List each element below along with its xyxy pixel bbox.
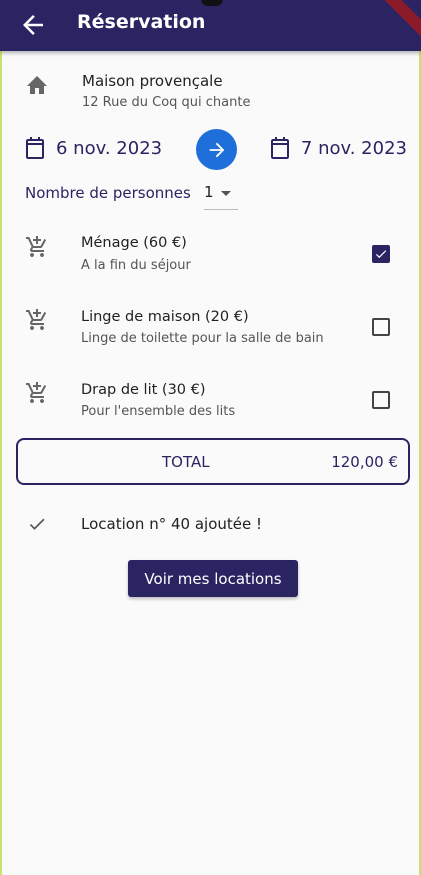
view-locations-button[interactable]: Voir mes locations [128,560,298,597]
confirmation-message: Location n° 40 ajoutée ! [81,515,263,533]
arrow-right-button[interactable] [196,129,237,170]
page-title: Réservation [77,11,206,33]
check-icon [26,514,48,534]
total-amount: 120,00 € [331,453,398,471]
calendar-icon [270,137,289,159]
camera-notch [201,0,223,6]
checkbox-linge[interactable] [372,318,390,336]
app-bar: Réservation [0,0,421,51]
option-subtitle-menage: A la fin du séjour [81,258,191,273]
chevron-down-icon [221,191,231,196]
checkbox-drap[interactable] [372,391,390,409]
end-date-text: 7 nov. 2023 [300,137,407,159]
persons-value: 1 [204,183,214,201]
option-title-drap: Drap de lit (30 €) [81,382,206,398]
property-name: Maison provençale [82,72,223,90]
total-label: TOTAL [162,453,210,471]
property-address: 12 Rue du Coq qui chante [82,95,251,110]
option-subtitle-drap: Pour l'ensemble des lits [81,404,236,419]
option-title-linge: Linge de maison (20 €) [81,309,249,325]
add-shopping-cart-icon [25,235,49,259]
check-icon [375,250,387,259]
start-date-picker[interactable]: 6 nov. 2023 [24,136,162,160]
checkbox-menage[interactable] [372,245,390,263]
debug-ribbon [381,0,421,40]
option-title-menage: Ménage (60 €) [81,235,187,251]
option-subtitle-linge: Linge de toilette pour la salle de bain [81,331,324,346]
end-date-picker[interactable]: 7 nov. 2023 [269,136,407,160]
arrow-right-icon [209,142,224,157]
house-icon [25,73,49,95]
persons-dropdown[interactable]: 1 [204,183,238,210]
add-shopping-cart-icon [25,308,49,332]
total-box: TOTAL 120,00 € [16,438,410,485]
persons-label: Nombre de personnes [25,184,191,202]
add-shopping-cart-icon [25,381,49,405]
start-date-text: 6 nov. 2023 [56,137,163,159]
back-arrow-icon[interactable] [18,10,48,40]
calendar-icon [26,137,44,159]
